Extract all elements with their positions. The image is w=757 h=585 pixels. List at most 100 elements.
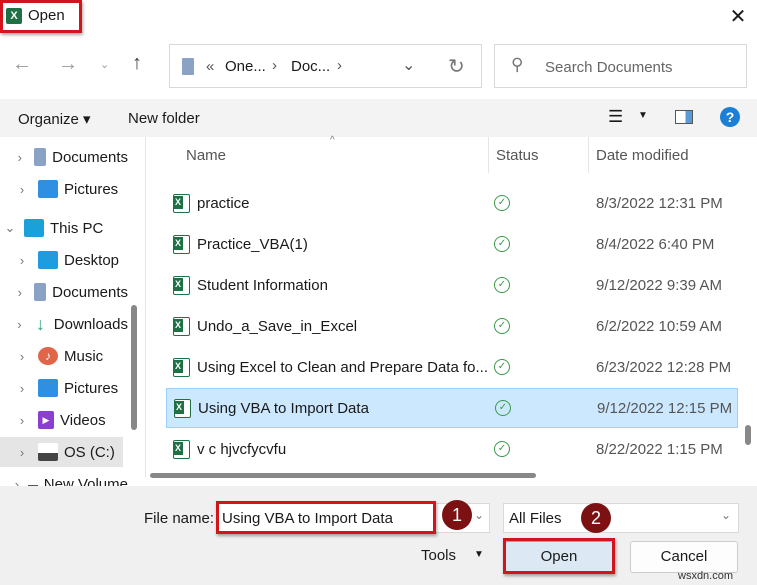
step-1-marker: 1 bbox=[442, 500, 472, 530]
watermark: wsxdn.com bbox=[678, 570, 734, 582]
sidebar-item-label: Documents bbox=[52, 283, 128, 301]
pane-divider bbox=[145, 137, 146, 477]
sidebar-item-downloads[interactable]: › ↓ Downloads bbox=[0, 309, 128, 339]
help-icon[interactable]: ? bbox=[720, 107, 740, 127]
tools-button[interactable]: Tools bbox=[421, 547, 456, 564]
address-bar[interactable]: « One... › Doc... › ⌄ ↻ bbox=[169, 44, 482, 88]
file-date: 8/3/2022 12:31 PM bbox=[596, 194, 723, 212]
sidebar-item-label: Videos bbox=[60, 411, 106, 429]
highlight-file-name bbox=[216, 501, 436, 534]
search-icon: ⚲ bbox=[511, 55, 524, 74]
toolbar: Organize ▾ New folder ☰ ▼ ? bbox=[0, 99, 757, 137]
sidebar-item-documents[interactable]: › Documents bbox=[0, 142, 128, 172]
sidebar-item-this-pc[interactable]: ⌄ This PC bbox=[0, 213, 128, 243]
horizontal-scrollbar[interactable] bbox=[150, 473, 536, 478]
file-name: v c hjvcfycvfu bbox=[197, 440, 287, 458]
file-name: Using VBA to Import Data bbox=[198, 399, 369, 417]
view-options-icon[interactable]: ☰ bbox=[608, 107, 623, 127]
file-type-dropdown-icon[interactable]: ⌄ bbox=[721, 508, 731, 522]
forward-button[interactable]: → bbox=[58, 53, 78, 76]
sidebar-item-label: Desktop bbox=[64, 251, 120, 269]
view-dropdown-icon[interactable]: ▼ bbox=[638, 110, 648, 121]
sidebar-item-documents[interactable]: › Documents bbox=[0, 277, 128, 307]
excel-file-icon bbox=[174, 398, 191, 418]
new-folder-button[interactable]: New folder bbox=[128, 110, 200, 127]
sync-status-icon: ✓ bbox=[494, 236, 510, 252]
sidebar-item-videos[interactable]: › ▶ Videos bbox=[0, 405, 128, 435]
sync-status-icon: ✓ bbox=[494, 318, 510, 334]
music-icon: ♪ bbox=[38, 347, 58, 365]
file-row[interactable]: v c hjvcfycvfu ✓ 8/22/2022 1:15 PM bbox=[166, 429, 738, 469]
sidebar-item-new-volume[interactable]: › New Volume bbox=[0, 469, 128, 486]
file-name-dropdown-icon[interactable]: ⌄ bbox=[474, 508, 484, 522]
chevron-right-icon: › bbox=[337, 57, 342, 74]
file-name: Using Excel to Clean and Prepare Data fo… bbox=[197, 358, 487, 376]
sidebar-item-label: OS (C:) bbox=[64, 443, 115, 461]
file-name-label: File name: bbox=[144, 510, 215, 527]
sidebar-item-pictures[interactable]: › Pictures bbox=[0, 373, 128, 403]
file-row[interactable]: Undo_a_Save_in_Excel ✓ 6/2/2022 10:59 AM bbox=[166, 306, 738, 346]
file-row[interactable]: Using VBA to Import Data ✓ 9/12/2022 12:… bbox=[166, 388, 738, 428]
file-name: Student Information bbox=[197, 276, 328, 294]
sync-status-icon: ✓ bbox=[494, 359, 510, 375]
column-header-name[interactable]: Name bbox=[186, 147, 226, 164]
sidebar-item-pictures[interactable]: › Pictures bbox=[0, 174, 128, 204]
file-row[interactable]: practice ✓ 8/3/2022 12:31 PM bbox=[166, 183, 738, 223]
drive-icon bbox=[38, 443, 58, 461]
excel-file-icon bbox=[173, 193, 190, 213]
address-overflow[interactable]: « bbox=[206, 58, 214, 75]
recent-dropdown[interactable]: ⌄ bbox=[100, 58, 109, 71]
column-divider bbox=[488, 137, 489, 173]
documents-icon bbox=[33, 148, 47, 166]
sidebar-item-desktop[interactable]: › Desktop bbox=[0, 245, 128, 275]
sidebar-scrollbar[interactable] bbox=[131, 305, 137, 430]
column-header-status[interactable]: Status bbox=[496, 147, 539, 164]
computer-icon bbox=[24, 219, 44, 237]
file-date: 9/12/2022 12:15 PM bbox=[597, 399, 733, 417]
file-row[interactable]: Student Information ✓ 9/12/2022 9:39 AM bbox=[166, 265, 738, 305]
up-button[interactable]: ↑ bbox=[132, 52, 142, 75]
back-button[interactable]: ← bbox=[12, 53, 32, 76]
breadcrumb-onedrive[interactable]: One... bbox=[225, 58, 266, 75]
videos-icon: ▶ bbox=[38, 411, 54, 429]
download-icon: ↓ bbox=[35, 314, 45, 334]
file-type-value: All Files bbox=[509, 510, 562, 527]
cancel-button[interactable]: Cancel bbox=[630, 541, 738, 573]
organize-button[interactable]: Organize ▾ bbox=[18, 110, 91, 128]
breadcrumb-documents[interactable]: Doc... bbox=[291, 58, 330, 75]
sync-status-icon: ✓ bbox=[495, 400, 511, 416]
close-button[interactable]: ✕ bbox=[728, 4, 748, 29]
excel-file-icon bbox=[173, 357, 190, 377]
pictures-icon bbox=[38, 180, 58, 198]
file-row[interactable]: Using Excel to Clean and Prepare Data fo… bbox=[166, 347, 738, 387]
search-box[interactable]: ⚲ Search Documents bbox=[494, 44, 747, 88]
file-date: 9/12/2022 9:39 AM bbox=[596, 276, 722, 294]
chevron-right-icon: › bbox=[272, 57, 277, 74]
file-date: 6/23/2022 12:28 PM bbox=[596, 358, 732, 376]
sidebar-item-music[interactable]: › ♪ Music bbox=[0, 341, 128, 371]
desktop-icon bbox=[38, 251, 58, 269]
column-header-date[interactable]: Date modified bbox=[596, 147, 689, 164]
highlight-open bbox=[503, 538, 615, 574]
vertical-scrollbar[interactable] bbox=[745, 425, 751, 445]
file-row[interactable]: Practice_VBA(1) ✓ 8/4/2022 6:40 PM bbox=[166, 224, 738, 264]
documents-icon bbox=[33, 283, 47, 301]
highlight-title bbox=[0, 0, 82, 33]
tools-dropdown-icon[interactable]: ▼ bbox=[474, 549, 484, 560]
file-date: 8/4/2022 6:40 PM bbox=[596, 235, 715, 253]
documents-icon bbox=[182, 58, 194, 75]
sidebar-item-label: Pictures bbox=[64, 379, 119, 397]
preview-pane-icon[interactable] bbox=[675, 110, 693, 124]
address-dropdown-icon[interactable]: ⌄ bbox=[402, 55, 415, 75]
search-input[interactable]: Search Documents bbox=[545, 59, 673, 76]
sidebar-item-label: Pictures bbox=[64, 180, 119, 198]
pictures-icon bbox=[38, 379, 58, 397]
sidebar-item-os-c[interactable]: › OS (C:) bbox=[0, 437, 123, 467]
refresh-icon[interactable]: ↻ bbox=[448, 54, 465, 79]
sidebar-item-label: This PC bbox=[50, 219, 104, 237]
file-type-select[interactable]: All Files ⌄ bbox=[503, 503, 739, 533]
sync-status-icon: ✓ bbox=[494, 441, 510, 457]
step-2-marker: 2 bbox=[581, 503, 611, 533]
sidebar-item-label: New Volume bbox=[43, 475, 128, 487]
file-name: Practice_VBA(1) bbox=[197, 235, 308, 253]
